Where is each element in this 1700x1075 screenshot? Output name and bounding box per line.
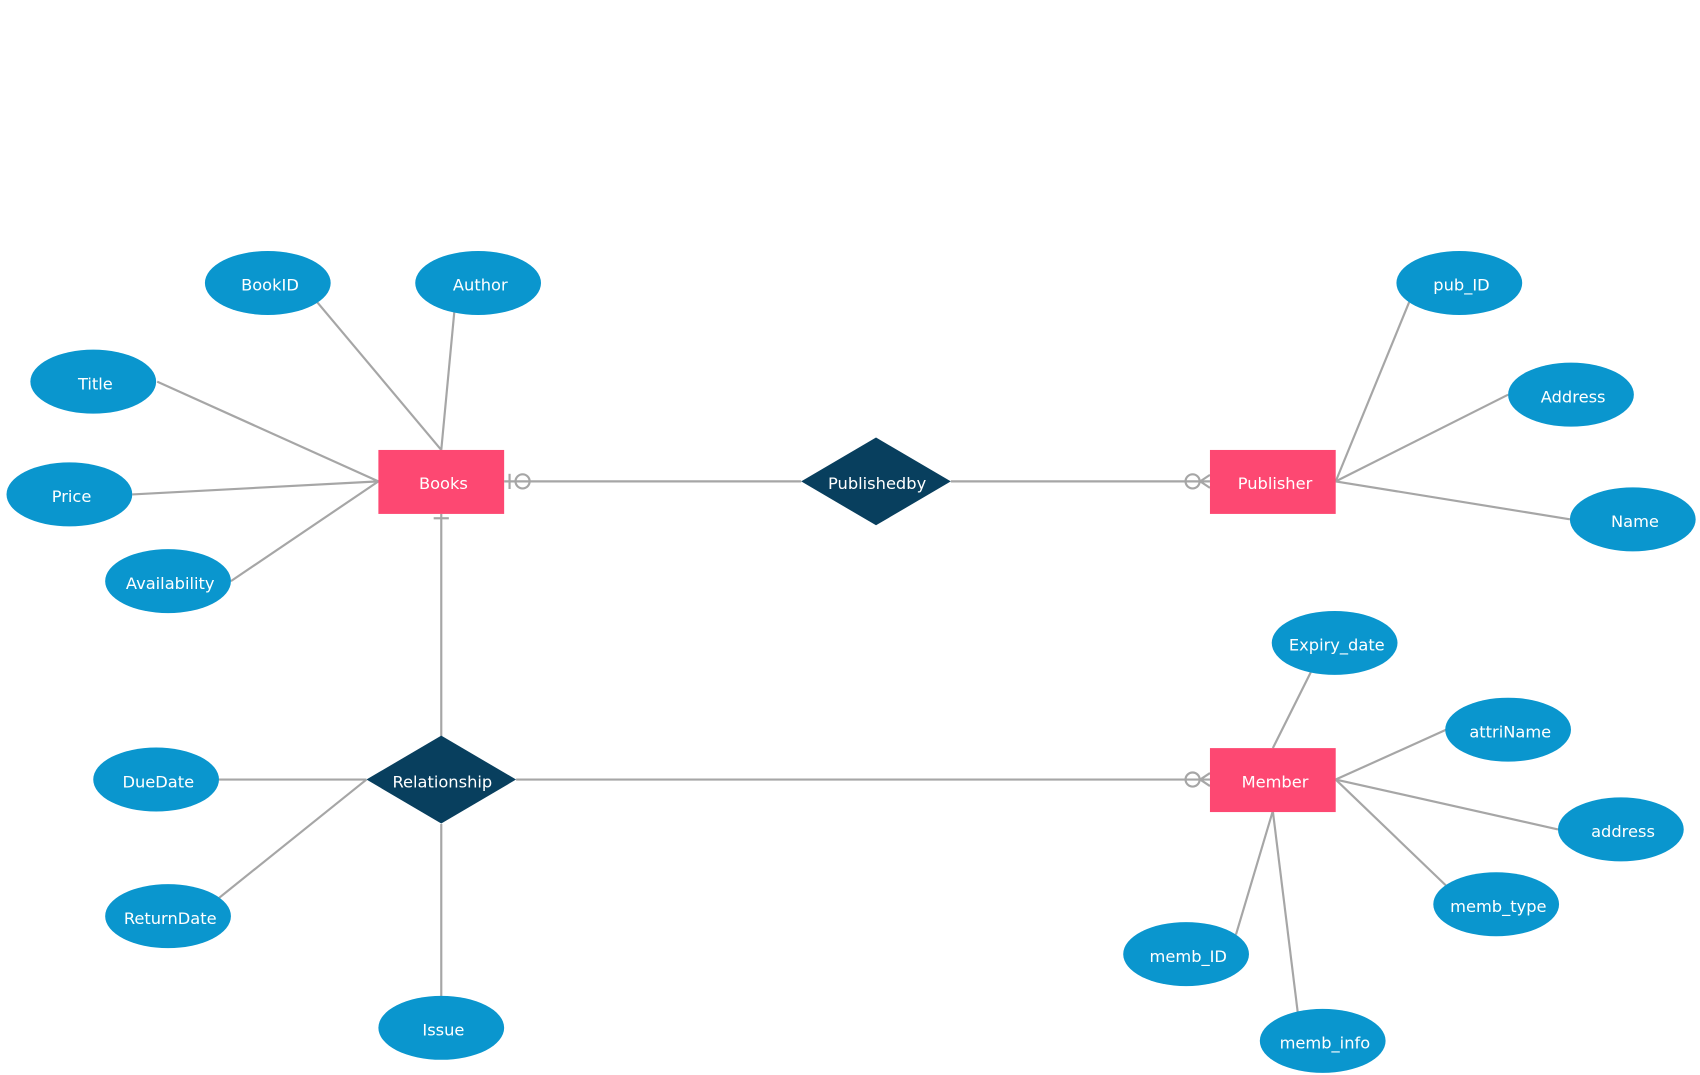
- attribute-label: Address: [1541, 387, 1606, 406]
- attribute-connector-availability: [230, 480, 379, 583]
- attribute-issue[interactable]: Issue: [378, 995, 505, 1060]
- attribute-duedate[interactable]: DueDate: [93, 747, 220, 812]
- attribute-connector-memb_info: [1271, 810, 1299, 1013]
- attribute-label: address: [1591, 822, 1655, 841]
- attribute-label: Title: [77, 374, 113, 393]
- attribute-connector-attriname: [1335, 728, 1447, 781]
- attribute-title[interactable]: Title: [30, 349, 157, 414]
- attribute-name[interactable]: Name: [1569, 487, 1696, 552]
- attribute-price[interactable]: Price: [6, 462, 133, 527]
- attribute-label: DueDate: [122, 772, 194, 791]
- attribute-pub_id[interactable]: pub_ID: [1396, 251, 1523, 315]
- attribute-connector-address-pub: [1335, 393, 1509, 483]
- entity-books[interactable]: Books: [378, 449, 505, 514]
- entity-member[interactable]: Member: [1209, 748, 1336, 813]
- entity-publisher[interactable]: Publisher: [1209, 449, 1336, 514]
- attribute-connector-pub_id: [1334, 301, 1411, 482]
- attribute-label: memb_type: [1450, 897, 1546, 917]
- attribute-label: Issue: [422, 1021, 464, 1040]
- attribute-connector-returndate: [217, 778, 368, 900]
- attribute-address-mem[interactable]: address: [1557, 797, 1684, 862]
- attribute-label: Availability: [126, 574, 215, 593]
- er-diagram-canvas: Books Publisher Member Publishedby Relations…: [6, 251, 1696, 1073]
- attribute-availability[interactable]: Availability: [105, 549, 231, 614]
- attribute-connector-bookid: [315, 300, 443, 451]
- relationship-label: Relationship: [392, 772, 492, 791]
- attribute-label: pub_ID: [1433, 276, 1489, 296]
- attribute-connector-expiry_date: [1271, 671, 1312, 749]
- relationship-relationship[interactable]: Relationship: [366, 735, 517, 824]
- attribute-label: Price: [52, 487, 92, 506]
- relationship-publishedby[interactable]: Publishedby: [801, 437, 951, 526]
- attribute-connector-title: [156, 380, 379, 483]
- attribute-connector-price: [132, 480, 379, 496]
- attribute-memb_id[interactable]: memb_ID: [1123, 922, 1249, 987]
- attribute-label: ReturnDate: [124, 909, 217, 928]
- attribute-connector-author: [440, 312, 456, 451]
- attribute-bookid[interactable]: BookID: [204, 251, 331, 315]
- entity-label: Books: [419, 474, 468, 493]
- attribute-memb_info[interactable]: memb_info: [1259, 1008, 1386, 1073]
- relationship-label: Publishedby: [828, 474, 927, 493]
- attribute-returndate[interactable]: ReturnDate: [105, 884, 231, 949]
- attribute-connector-name: [1335, 480, 1571, 521]
- entity-label: Member: [1242, 772, 1309, 791]
- attribute-label: Name: [1611, 512, 1659, 531]
- attribute-connector-memb_id: [1234, 810, 1274, 935]
- attribute-expiry_date[interactable]: Expiry_date: [1271, 610, 1398, 675]
- attribute-label: memb_ID: [1150, 947, 1227, 967]
- attribute-address-pub[interactable]: Address: [1508, 362, 1634, 427]
- attribute-label: memb_info: [1280, 1034, 1371, 1054]
- attribute-connector-address-mem: [1335, 778, 1559, 831]
- attribute-connector-memb_type: [1334, 778, 1449, 888]
- attribute-label: attriName: [1469, 722, 1551, 741]
- attribute-memb_type[interactable]: memb_type: [1433, 872, 1560, 937]
- cardinality-markers: [433, 473, 1211, 788]
- attribute-attriname[interactable]: attriName: [1445, 697, 1571, 762]
- attribute-author[interactable]: Author: [415, 251, 542, 315]
- attribute-label: Author: [453, 276, 508, 295]
- entity-label: Publisher: [1238, 474, 1313, 493]
- attribute-label: BookID: [241, 276, 299, 295]
- attribute-label: Expiry_date: [1289, 636, 1385, 656]
